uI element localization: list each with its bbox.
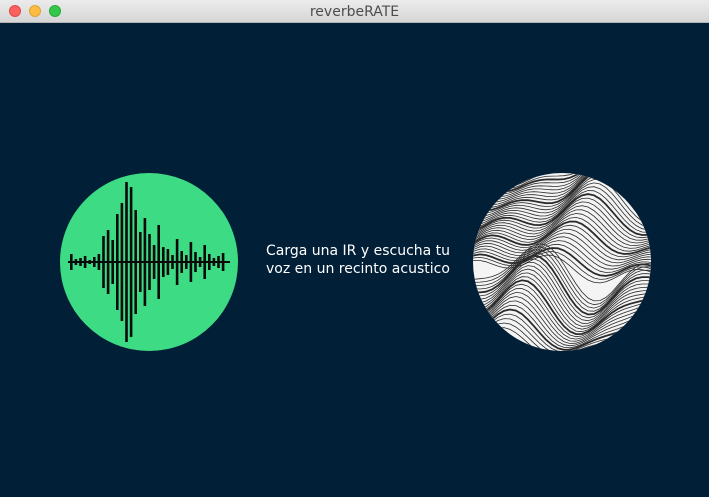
instruction-line-1: Carga una IR y escucha tu (266, 243, 451, 259)
waveform-bar (79, 258, 82, 266)
waveform-bar (162, 247, 165, 277)
app-window: reverbeRATE Carga una IR y escucha tu vo… (0, 0, 709, 497)
waveform-bar (88, 260, 91, 264)
waveform-bar (171, 255, 174, 269)
waveform-bar (157, 225, 160, 299)
waveform-bar (120, 203, 124, 321)
waveform-bar (212, 258, 216, 266)
waveform-bar (102, 236, 105, 288)
waveform-bar (189, 242, 193, 282)
waveform-bar (125, 182, 128, 342)
waveform-bar (203, 245, 206, 279)
waveform-bar (180, 251, 183, 273)
waveform-bar (134, 210, 137, 314)
waveform-bar (139, 232, 142, 292)
title-bar[interactable]: reverbeRATE (0, 0, 709, 23)
waveform-icon (60, 173, 238, 351)
load-ir-button[interactable] (60, 173, 238, 351)
waveform-bar (70, 254, 73, 270)
waveform-bar (116, 214, 119, 310)
waveform-bar (129, 187, 133, 337)
waveform-bar (221, 253, 225, 271)
waveform-bar (175, 239, 179, 285)
wave-texture-icon (473, 173, 651, 351)
main-content: Carga una IR y escucha tu voz en un reci… (0, 23, 709, 497)
waveform-bar (106, 230, 110, 294)
waveform-bar (194, 252, 197, 272)
waveform-bar (148, 234, 151, 290)
window-title: reverbeRATE (309, 4, 400, 20)
waveform-bar (208, 254, 211, 270)
waveform-bar (111, 240, 114, 284)
instruction-line-2: voz en un recinto acustico (266, 261, 450, 277)
record-voice-button[interactable] (473, 173, 651, 351)
instruction-text: Carga una IR y escucha tu voz en un reci… (266, 242, 466, 278)
waveform-bar (166, 249, 170, 275)
waveform-bar (93, 257, 96, 267)
waveform-bar (198, 257, 202, 267)
waveform-bar (97, 254, 101, 270)
waveform-bar (152, 245, 156, 279)
waveform-bar (185, 255, 188, 269)
waveform-bar (83, 256, 87, 268)
waveform-bar (217, 256, 220, 268)
waveform-bar (143, 218, 147, 306)
waveform-bar (74, 259, 78, 265)
